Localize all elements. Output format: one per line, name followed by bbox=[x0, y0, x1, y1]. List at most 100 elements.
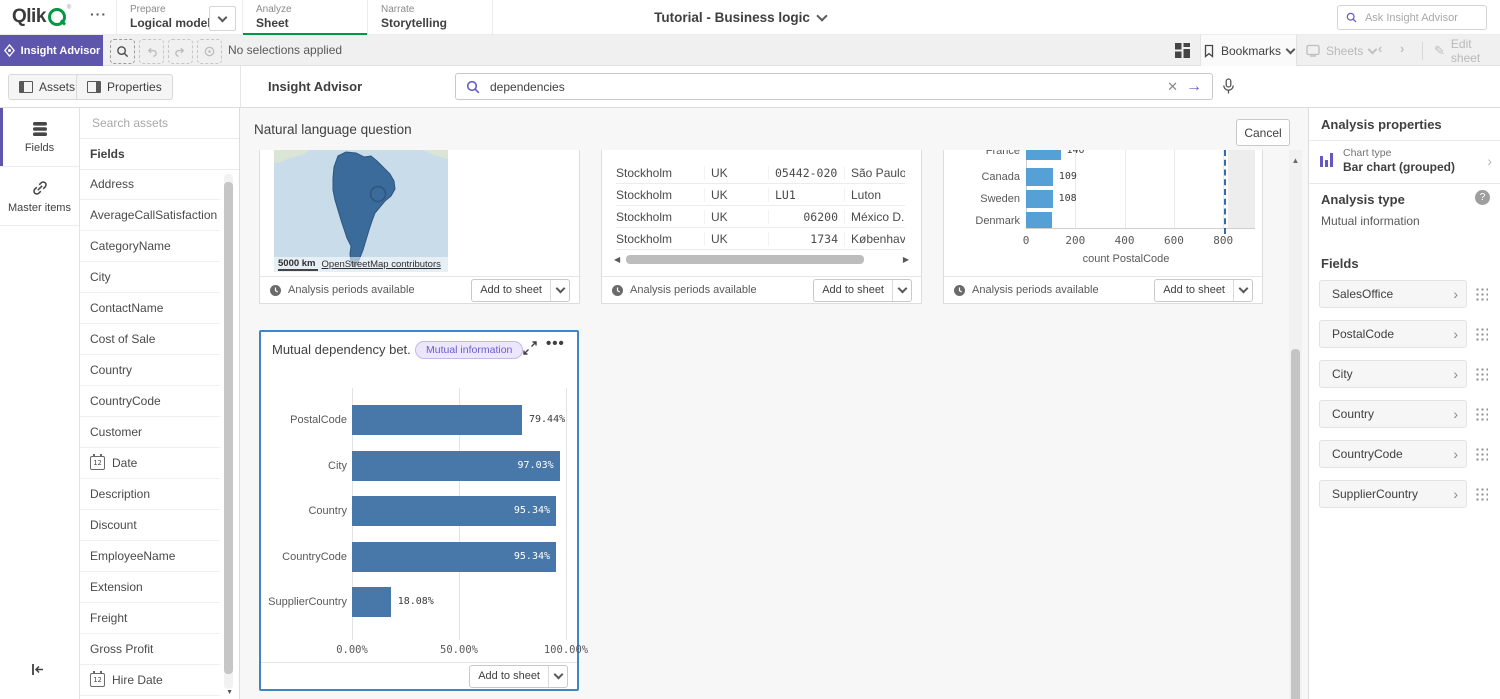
nav-prepare[interactable]: Prepare Logical model bbox=[116, 0, 243, 35]
step-back-button[interactable] bbox=[139, 39, 164, 64]
field-chip-salesoffice[interactable]: SalesOffice› bbox=[1319, 280, 1467, 308]
cancel-button[interactable]: Cancel bbox=[1236, 119, 1290, 146]
natural-language-input[interactable] bbox=[488, 79, 1159, 95]
next-sheet-button[interactable]: › bbox=[1400, 41, 1404, 56]
scroll-right-icon[interactable]: ▶ bbox=[903, 255, 909, 264]
add-to-sheet-button[interactable]: Add to sheet bbox=[813, 279, 912, 302]
field-chip-postalcode[interactable]: PostalCode› bbox=[1319, 320, 1467, 348]
card-more-menu-icon[interactable]: ••• bbox=[546, 335, 565, 352]
drag-handle-icon[interactable] bbox=[1474, 406, 1488, 423]
table-row[interactable]: StockholmUKLU1Luton bbox=[616, 184, 905, 206]
ask-insight-advisor-input[interactable] bbox=[1363, 11, 1478, 25]
mutual-dependency-card[interactable]: Mutual dependency bet... Mutual informat… bbox=[259, 330, 579, 691]
field-item-address[interactable]: Address bbox=[80, 169, 220, 200]
bookmarks-button[interactable]: Bookmarks bbox=[1200, 35, 1297, 66]
table-row[interactable]: StockholmUK06200México D.F. bbox=[616, 206, 905, 228]
chevron-down-icon[interactable] bbox=[1233, 280, 1252, 301]
osm-attribution-link[interactable]: OpenStreetMap contributors bbox=[322, 259, 441, 270]
natural-language-search[interactable]: ✕ → bbox=[455, 73, 1213, 100]
scroll-down-icon[interactable]: ▼ bbox=[226, 689, 233, 696]
bar[interactable] bbox=[1026, 212, 1052, 228]
field-item-customer[interactable]: Customer bbox=[80, 417, 220, 448]
table-chart-card[interactable]: StockholmUK05442-020São PauloStockholmUK… bbox=[601, 150, 922, 304]
chevron-down-icon[interactable] bbox=[892, 280, 911, 301]
properties-tab[interactable]: Properties bbox=[76, 74, 173, 100]
help-icon[interactable]: ? bbox=[1475, 190, 1490, 205]
field-item-hire-date[interactable]: 12Hire Date bbox=[80, 665, 220, 696]
rail-item-master-items[interactable]: Master items bbox=[0, 167, 79, 226]
edit-sheet-button[interactable]: ✎ Edit sheet bbox=[1434, 35, 1500, 66]
drag-handle-icon[interactable] bbox=[1474, 326, 1488, 343]
field-chip-country[interactable]: Country› bbox=[1319, 400, 1467, 428]
drag-handle-icon[interactable] bbox=[1474, 366, 1488, 383]
qlik-logo[interactable]: Qlik ® bbox=[12, 5, 71, 29]
scroll-left-icon[interactable]: ◀ bbox=[614, 255, 620, 264]
field-item-averagecallsatisfaction[interactable]: AverageCallSatisfaction bbox=[80, 200, 220, 231]
scrollbar-thumb[interactable] bbox=[1291, 349, 1300, 699]
add-to-sheet-button[interactable]: Add to sheet bbox=[471, 279, 570, 302]
field-chip-countrycode[interactable]: CountryCode› bbox=[1319, 440, 1467, 468]
bar[interactable] bbox=[1026, 168, 1053, 186]
map-chart[interactable]: 5000 km OpenStreetMap contributors bbox=[274, 150, 448, 272]
main-scrollbar[interactable]: ▲ bbox=[1289, 150, 1302, 699]
insight-advisor-button[interactable]: Insight Advisor bbox=[0, 35, 103, 66]
scrollbar-thumb[interactable] bbox=[626, 255, 864, 264]
global-more-menu-icon[interactable]: ··· bbox=[90, 6, 107, 22]
field-item-contactname[interactable]: ContactName bbox=[80, 293, 220, 324]
field-item-gross-profit[interactable]: Gross Profit bbox=[80, 634, 220, 665]
clear-search-icon[interactable]: ✕ bbox=[1167, 79, 1178, 95]
map-chart-card[interactable]: 5000 km OpenStreetMap contributors Analy… bbox=[259, 150, 580, 304]
chart-type-row[interactable]: Chart type Bar chart (grouped) › bbox=[1309, 141, 1500, 183]
app-objects-grid-icon[interactable] bbox=[1174, 42, 1191, 59]
collapse-panel-button[interactable] bbox=[30, 662, 45, 677]
scrollbar-thumb[interactable] bbox=[224, 182, 233, 674]
ask-insight-advisor-search[interactable] bbox=[1337, 5, 1487, 30]
field-item-discount[interactable]: Discount bbox=[80, 510, 220, 541]
field-item-countrycode[interactable]: CountryCode bbox=[80, 386, 220, 417]
bar[interactable] bbox=[1026, 150, 1061, 160]
field-chip-city[interactable]: City› bbox=[1319, 360, 1467, 388]
bar[interactable] bbox=[352, 405, 522, 435]
asset-search-box[interactable] bbox=[80, 108, 239, 139]
submit-search-icon[interactable]: → bbox=[1186, 80, 1202, 94]
rail-item-fields[interactable]: Fields bbox=[0, 108, 79, 167]
smart-search-button[interactable] bbox=[110, 39, 135, 64]
field-item-city[interactable]: City bbox=[80, 262, 220, 293]
fields-scrollbar[interactable] bbox=[224, 174, 233, 689]
field-item-freight[interactable]: Freight bbox=[80, 603, 220, 634]
field-item-extension[interactable]: Extension bbox=[80, 572, 220, 603]
nav-analyze[interactable]: Analyze Sheet bbox=[243, 0, 368, 35]
add-to-sheet-button[interactable]: Add to sheet bbox=[1154, 279, 1253, 302]
chevron-down-icon[interactable] bbox=[550, 280, 569, 301]
field-item-cost-of-sale[interactable]: Cost of Sale bbox=[80, 324, 220, 355]
bar-chart-card[interactable]: count PostalCode 0200400600800France140C… bbox=[943, 150, 1263, 304]
nav-narrate[interactable]: Narrate Storytelling bbox=[368, 0, 493, 35]
field-item-country[interactable]: Country bbox=[80, 355, 220, 386]
table-horizontal-scrollbar[interactable]: ◀ ▶ bbox=[614, 253, 909, 266]
app-title-menu[interactable]: Tutorial - Business logic bbox=[600, 0, 880, 35]
step-forward-button[interactable] bbox=[168, 39, 193, 64]
previous-sheet-button[interactable]: ‹ bbox=[1378, 41, 1382, 56]
microphone-icon[interactable] bbox=[1222, 78, 1235, 95]
asset-search-input[interactable] bbox=[90, 115, 229, 131]
table-row[interactable]: StockholmUK1734København bbox=[616, 228, 905, 250]
drag-handle-icon[interactable] bbox=[1474, 446, 1488, 463]
expand-icon[interactable] bbox=[523, 341, 537, 355]
field-item-date[interactable]: 12Date bbox=[80, 448, 220, 479]
chevron-down-icon[interactable] bbox=[548, 666, 567, 687]
add-to-sheet-button[interactable]: Add to sheet bbox=[469, 665, 568, 688]
scroll-up-icon[interactable]: ▲ bbox=[1289, 156, 1302, 165]
bar[interactable] bbox=[352, 587, 391, 617]
clear-selections-button[interactable] bbox=[197, 39, 222, 64]
sheets-button[interactable]: Sheets bbox=[1306, 35, 1376, 66]
field-item-description[interactable]: Description bbox=[80, 479, 220, 510]
field-chip-suppliercountry[interactable]: SupplierCountry› bbox=[1319, 480, 1467, 508]
prepare-dropdown-button[interactable] bbox=[209, 6, 236, 31]
assets-tab[interactable]: Assets bbox=[8, 74, 86, 100]
field-item-employeename[interactable]: EmployeeName bbox=[80, 541, 220, 572]
drag-handle-icon[interactable] bbox=[1474, 486, 1488, 503]
bar[interactable] bbox=[1026, 190, 1053, 208]
drag-handle-icon[interactable] bbox=[1474, 286, 1488, 303]
table-row[interactable]: StockholmUK05442-020São Paulo bbox=[616, 162, 905, 184]
field-item-categoryname[interactable]: CategoryName bbox=[80, 231, 220, 262]
